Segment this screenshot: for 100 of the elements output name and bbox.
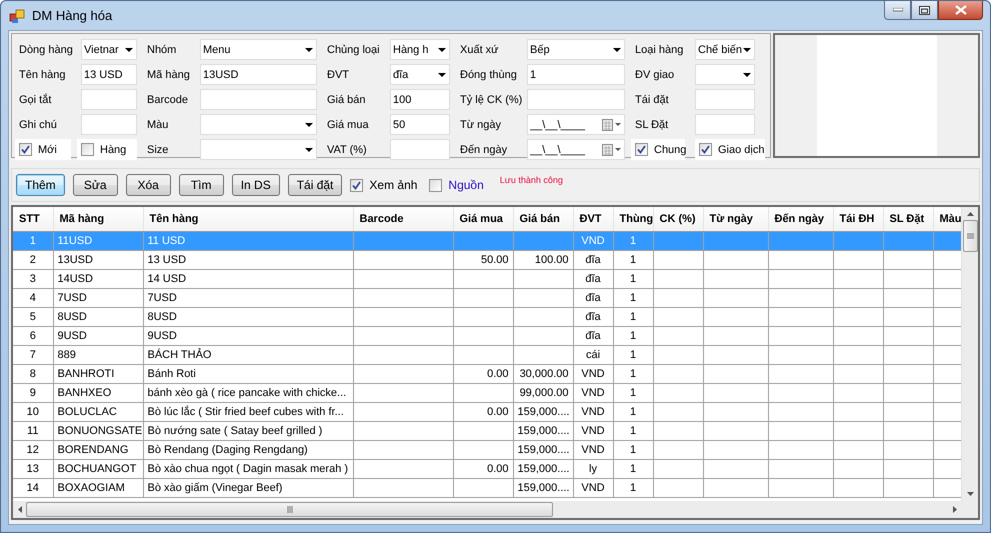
table-row[interactable]: 12 BORENDANG Bò Rendang (Daging Rengdang) 159,000.... VND 1 [13, 440, 961, 460]
dropdown[interactable]: Chế biến [695, 39, 755, 60]
dropdown[interactable] [200, 114, 317, 135]
checkbox[interactable] [19, 143, 32, 156]
table-cell: 30,000.00 [520, 368, 568, 380]
minimize-button[interactable] [884, 1, 911, 20]
column-header[interactable]: ĐVT [573, 207, 613, 232]
toolbar-button[interactable]: In DS [232, 174, 280, 196]
column-header[interactable]: STT [13, 207, 53, 232]
table-cell: đĩa [585, 311, 601, 323]
table-cell: 4 [30, 292, 36, 304]
toolbar-button[interactable]: Sửa [72, 174, 118, 196]
dropdown[interactable]: Bếp [527, 39, 625, 60]
horizontal-scrollbar[interactable] [13, 501, 978, 518]
field-label: Mã hàng [147, 68, 191, 80]
text-field[interactable]: 1 [527, 64, 625, 85]
dropdown[interactable]: đĩa [390, 64, 450, 85]
table-cell: Bò lúc lắc ( Stir fried beef cubes with fr... [148, 406, 344, 418]
table-cell: đĩa [585, 273, 601, 285]
table-row[interactable]: 9 BANHXEO bánh xèo gà ( rice pancake with chicke... 99,000.00 VND 1 [13, 384, 961, 402]
dropdown[interactable]: Menu [200, 39, 317, 60]
caret-icon [305, 122, 313, 126]
field-label: Gọi tắt [19, 94, 52, 106]
table-row[interactable]: 10 BOLUCLAC Bò lúc lắc ( Stir fried beef cubes with fr... 0.00 159,000.... VND 1 [13, 402, 961, 422]
column-header[interactable]: Đến ngày [768, 207, 833, 232]
toolbar-button[interactable]: Thêm [16, 174, 65, 196]
table-row[interactable]: 5 8USD 8USD đĩa 1 [13, 308, 961, 326]
window-title: DM Hàng hóa [32, 8, 112, 23]
toolbar-button[interactable]: Tìm [178, 174, 224, 196]
text-field[interactable] [695, 89, 755, 110]
table-cell: Bò xào giấm (Vinegar Beef) [148, 482, 282, 494]
column-header[interactable]: Từ ngày [703, 207, 768, 232]
table-cell: 5 [30, 311, 36, 323]
table-cell: 159,000.... [518, 425, 570, 437]
column-header[interactable]: Tên hàng [143, 207, 353, 232]
date-field[interactable]: __\__\____ [527, 139, 625, 160]
dropdown[interactable] [200, 139, 317, 160]
text-field[interactable] [81, 89, 137, 110]
column-header[interactable]: Giá mua [453, 207, 513, 232]
table-cell: 7USD [58, 292, 87, 304]
scroll-thumb[interactable] [962, 220, 978, 252]
table-cell: 889 [58, 349, 76, 361]
checkbox-label: Mới [38, 144, 57, 156]
text-field[interactable] [81, 114, 137, 135]
table-row[interactable]: 14 BOXAOGIAM Bò xào giấm (Vinegar Beef) 159,000.... VND 1 [13, 478, 961, 498]
vertical-scrollbar[interactable] [961, 207, 978, 501]
text-field[interactable] [527, 89, 625, 110]
column-header[interactable]: CK (%) [653, 207, 703, 232]
maximize-button[interactable] [911, 1, 938, 20]
close-icon [954, 5, 966, 15]
column-header[interactable]: Tái ĐH [833, 207, 883, 232]
checkbox[interactable] [699, 143, 712, 156]
scroll-down-icon [966, 492, 974, 496]
table-row[interactable]: 7 889 BÁCH THẢO cái 1 [13, 346, 961, 364]
dropdown[interactable] [695, 64, 755, 85]
table-row[interactable]: 13 BOCHUANGOT Bò xào chua ngọt ( Dagin masak merah ) 0.00 159,000.... ly 1 [13, 460, 961, 478]
caret-icon [438, 72, 446, 76]
column-header[interactable]: Mã hàng [53, 207, 143, 232]
table-row[interactable]: 8 BANHROTI Bánh Roti 0.00 30,000.00 VND 1 [13, 364, 961, 384]
table-cell: 1 [630, 406, 636, 418]
text-field[interactable] [695, 114, 755, 135]
table-row[interactable]: 6 9USD 9USD đĩa 1 [13, 326, 961, 346]
table-cell: BOLUCLAC [58, 406, 117, 418]
table-cell: 1 [630, 425, 636, 437]
toolbar-button[interactable]: Xóa [126, 174, 171, 196]
text-field[interactable]: 50 [390, 114, 450, 135]
table-cell: 1 [630, 444, 636, 456]
column-header[interactable]: SL Đặt [883, 207, 933, 232]
column-header[interactable]: Thùng [613, 207, 653, 232]
toolbar-button[interactable]: Tái đặt [288, 174, 342, 196]
field-label: ĐV giao [635, 68, 676, 80]
column-header[interactable]: Barcode [353, 207, 453, 232]
column-header[interactable]: Màu [933, 207, 961, 232]
column-header[interactable]: Giá bán [513, 207, 573, 232]
table-cell: BÁCH THẢO [148, 349, 212, 361]
date-field[interactable]: __\__\____ [527, 114, 625, 135]
table-row[interactable]: 3 14USD 14 USD đĩa 1 [13, 270, 961, 288]
checkbox[interactable] [350, 178, 364, 192]
text-field[interactable] [200, 89, 317, 110]
table-cell: 1 [30, 235, 36, 247]
field-label: Size [147, 144, 170, 156]
table-cell: 1 [630, 235, 636, 247]
table-row[interactable]: 11 BONUONGSATE Bò nướng sate ( Satay beef grilled ) 159,000.... VND 1 [13, 422, 961, 440]
text-field[interactable] [390, 139, 450, 160]
text-field[interactable]: 13USD [200, 64, 317, 85]
table-cell: 3 [30, 273, 36, 285]
table-row[interactable]: 2 13USD 13 USD 50.00 100.00 đĩa 1 [13, 250, 961, 270]
text-field[interactable]: 13 USD [81, 64, 137, 85]
checkbox[interactable] [429, 178, 442, 192]
dropdown[interactable]: Hàng h [390, 39, 450, 60]
scroll-thumb[interactable] [26, 502, 553, 517]
checkbox[interactable] [635, 143, 648, 156]
calendar-icon [602, 118, 622, 130]
table-cell: 14 [26, 482, 39, 494]
dropdown[interactable]: Vietnar [81, 39, 137, 60]
table-row[interactable]: 4 7USD 7USD đĩa 1 [13, 288, 961, 308]
close-button[interactable] [938, 1, 983, 20]
text-field[interactable]: 100 [390, 89, 450, 110]
field-label: Nhóm [147, 44, 178, 56]
checkbox[interactable] [81, 143, 94, 156]
